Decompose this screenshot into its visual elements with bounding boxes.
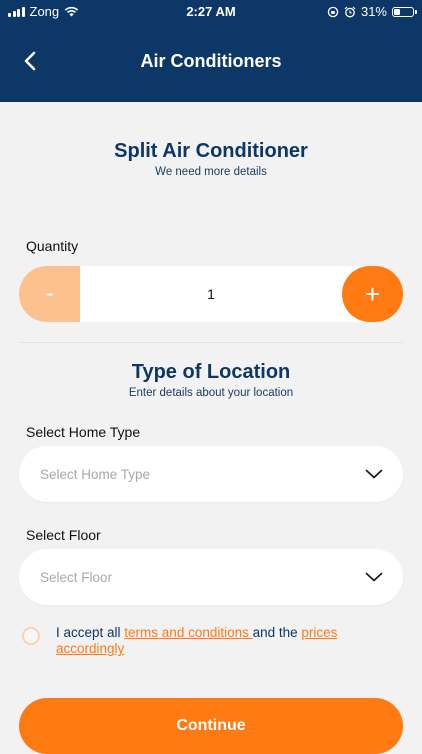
- quantity-label: Quantity: [26, 238, 79, 254]
- page-title: Air Conditioners: [140, 51, 282, 71]
- terms-prefix: I accept all: [56, 625, 125, 640]
- terms-middle: and the: [252, 625, 302, 640]
- terms-text: I accept all terms and conditions and th…: [56, 625, 396, 657]
- status-right: 31%: [327, 4, 417, 19]
- chevron-down-icon: [365, 469, 383, 479]
- quantity-value: 1: [207, 286, 215, 302]
- continue-button[interactable]: Continue: [19, 698, 403, 754]
- battery-icon: [392, 6, 417, 17]
- location-title: Type of Location: [131, 361, 291, 383]
- status-bar: Zong 2:27 AM 31%: [0, 0, 422, 24]
- floor-select[interactable]: Select Floor: [19, 549, 403, 605]
- floor-placeholder: Select Floor: [40, 569, 113, 585]
- location-subtitle: Enter details about your location: [128, 387, 294, 399]
- home-type-placeholder: Select Home Type: [40, 466, 151, 482]
- increase-button[interactable]: +: [342, 266, 403, 322]
- battery-percent: 31%: [360, 4, 387, 19]
- quantity-stepper: - 1 +: [19, 266, 403, 322]
- terms-link[interactable]: terms and conditions: [124, 625, 252, 640]
- app-header: Zong 2:27 AM 31% Air Conditioners: [0, 0, 422, 102]
- orientation-lock-icon: [327, 6, 339, 17]
- chevron-down-icon: [365, 572, 383, 582]
- home-type-label: Select Home Type: [26, 424, 141, 440]
- alarm-icon: [344, 6, 356, 17]
- product-subtitle: We need more details: [155, 166, 267, 178]
- product-title: Split Air Conditioner: [114, 140, 308, 162]
- home-type-select[interactable]: Select Home Type: [19, 446, 403, 502]
- section-divider: [19, 342, 403, 343]
- floor-label: Select Floor: [26, 527, 101, 543]
- decrease-button[interactable]: -: [19, 266, 80, 322]
- battery-fill: [394, 8, 401, 15]
- accept-terms-radio[interactable]: [22, 627, 40, 645]
